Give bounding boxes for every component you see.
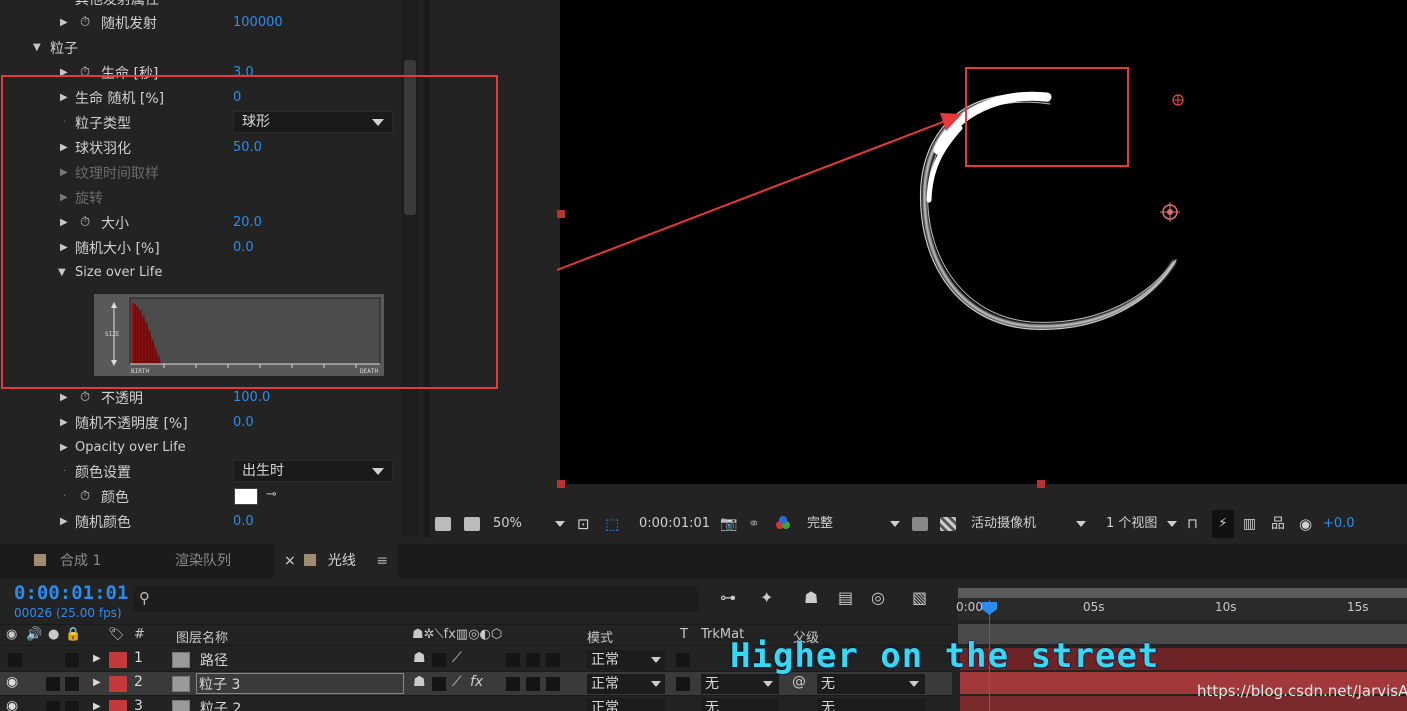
switch-box[interactable] xyxy=(506,677,520,691)
search-icon: ⚲ xyxy=(139,589,150,607)
parent-value: 无 xyxy=(821,676,835,692)
lock-toggle[interactable] xyxy=(65,677,79,691)
layer-type-icon xyxy=(172,700,190,711)
effects-switch-icon[interactable]: fx xyxy=(470,674,483,690)
column-layer-name[interactable]: 图层名称 xyxy=(176,627,228,646)
switch-box[interactable] xyxy=(526,653,540,667)
layer-number: 3 xyxy=(134,698,143,711)
layer-color-label[interactable] xyxy=(109,700,127,711)
switch-box[interactable] xyxy=(546,653,560,667)
collapse-switch[interactable] xyxy=(432,653,446,667)
tab-light[interactable]: × 光线 ≡ xyxy=(274,544,398,578)
close-icon[interactable]: × xyxy=(284,553,296,569)
expand-triangle-icon[interactable]: ▶ xyxy=(93,701,101,711)
time-navigator[interactable] xyxy=(958,588,1407,598)
blend-mode-dropdown[interactable]: 正常 xyxy=(587,698,665,711)
ruler-tick-label: 05s xyxy=(1083,600,1105,614)
column-mode: 模式 xyxy=(587,631,614,646)
blend-mode-dropdown[interactable]: 正常 xyxy=(587,650,665,670)
audio-icon[interactable]: 🔊 xyxy=(26,627,42,642)
frame-count-display: 00026 (25.00 fps) xyxy=(14,606,122,620)
pick-whip-icon[interactable]: @ xyxy=(792,674,806,690)
chevron-down-icon xyxy=(763,681,773,687)
eye-icon[interactable]: ◉ xyxy=(6,698,18,711)
tab-render-queue[interactable]: 渲染队列 xyxy=(175,544,231,578)
eye-icon[interactable]: ◉ xyxy=(6,627,17,642)
layer-row[interactable]: ◉ ▶ 3 粒子 2 正常 无 无 xyxy=(0,696,952,711)
layer-name[interactable]: 粒子 3 xyxy=(196,673,404,694)
shy-switch-icon[interactable]: ☗ xyxy=(413,674,426,690)
layer-name[interactable]: 粒子 2 xyxy=(200,698,241,711)
layer-color-label[interactable] xyxy=(109,652,127,668)
quality-switch-icon[interactable]: ⟋ xyxy=(452,674,462,690)
timeline-search-input[interactable]: ⚲ xyxy=(133,586,699,612)
motion-blur-icon[interactable]: ◎ xyxy=(871,588,885,607)
ruler-tick-label: 15s xyxy=(1347,600,1369,614)
menu-icon[interactable]: ≡ xyxy=(376,553,388,569)
blend-mode-dropdown[interactable]: 正常 xyxy=(587,674,665,694)
parent-dropdown[interactable]: 无 xyxy=(817,674,925,694)
preserve-transparency-toggle[interactable] xyxy=(676,677,690,691)
preserve-transparency-toggle[interactable] xyxy=(676,653,690,667)
shy-layers-icon[interactable]: ☗ xyxy=(804,588,818,607)
source-watermark: https://blog.csdn.net/JarvisAI xyxy=(1197,682,1407,700)
layer-name[interactable]: 路径 xyxy=(200,650,228,670)
solo-toggle[interactable] xyxy=(46,677,60,691)
lock-toggle[interactable] xyxy=(65,653,79,667)
solo-icon[interactable]: ● xyxy=(48,627,59,642)
layer-color-label[interactable] xyxy=(109,676,127,692)
video-subtitle-overlay: Higher on the street xyxy=(730,636,1160,676)
label-tag-icon[interactable]: 🏷 xyxy=(108,627,125,642)
after-effects-window: 其他发射属性 ▶ ⏱ 随机发射 100000 ▼ 粒子 ▶ ⏱ 生命 [秒] 3… xyxy=(0,0,1407,711)
composition-mini-flowchart-icon[interactable]: ⊶ xyxy=(720,588,736,607)
panel-tab-bar: 合成 1 渲染队列 × 光线 ≡ xyxy=(0,544,1407,578)
layer-number: 2 xyxy=(134,674,143,690)
lock-toggle[interactable] xyxy=(65,701,79,711)
ruler-tick-label: 10s xyxy=(1215,600,1237,614)
blend-mode-value: 正常 xyxy=(591,676,619,692)
chevron-down-icon xyxy=(909,681,919,687)
tab-label: 合成 1 xyxy=(60,553,102,569)
time-ruler[interactable] xyxy=(958,598,1407,620)
trkmat-value: 无 xyxy=(705,676,719,692)
parent-dropdown[interactable]: 无 xyxy=(817,698,925,711)
layer-number: 1 xyxy=(134,650,143,666)
layer-type-icon xyxy=(172,676,190,692)
expand-triangle-icon[interactable]: ▶ xyxy=(93,653,101,664)
solo-toggle[interactable] xyxy=(46,701,60,711)
timeline-panel: 0:00:01:01 00026 (25.00 fps) ⚲ ⊶ ✦ ☗ ▤ ◎… xyxy=(0,578,1407,711)
blend-mode-value: 正常 xyxy=(591,700,619,711)
tab-label: 渲染队列 xyxy=(175,553,231,569)
chevron-down-icon xyxy=(651,681,661,687)
trkmat-dropdown[interactable]: 无 xyxy=(701,698,779,711)
trkmat-value: 无 xyxy=(705,700,719,711)
parent-value: 无 xyxy=(821,700,835,711)
eye-icon[interactable]: ◉ xyxy=(6,674,18,690)
switch-box[interactable] xyxy=(546,677,560,691)
visibility-toggle[interactable] xyxy=(8,653,22,667)
switch-box[interactable] xyxy=(506,653,520,667)
blend-mode-value: 正常 xyxy=(591,652,619,668)
composition-icon xyxy=(34,554,46,566)
composition-icon xyxy=(303,554,316,566)
column-number: # xyxy=(134,627,145,642)
collapse-switch[interactable] xyxy=(432,677,446,691)
graph-editor-icon[interactable]: ▧ xyxy=(912,588,927,607)
expand-triangle-icon[interactable]: ▶ xyxy=(93,677,101,688)
chevron-down-icon xyxy=(651,657,661,663)
frame-blending-icon[interactable]: ▤ xyxy=(838,588,853,607)
current-time-display[interactable]: 0:00:01:01 xyxy=(14,582,128,604)
lock-icon[interactable]: 🔒 xyxy=(65,627,81,642)
column-t: T xyxy=(680,627,688,642)
tab-composition-1[interactable]: 合成 1 xyxy=(34,544,101,578)
switch-box[interactable] xyxy=(526,677,540,691)
tab-label: 光线 xyxy=(327,553,356,569)
quality-switch-icon[interactable]: ⟋ xyxy=(452,650,462,666)
shy-switch-icon[interactable]: ☗ xyxy=(413,650,426,666)
trkmat-dropdown[interactable]: 无 xyxy=(701,674,779,694)
switches-icon: ☗✲⟍fx▥◎◐⬡ xyxy=(412,627,503,642)
layer-type-icon xyxy=(172,652,190,668)
draft-3d-icon[interactable]: ✦ xyxy=(760,588,773,607)
